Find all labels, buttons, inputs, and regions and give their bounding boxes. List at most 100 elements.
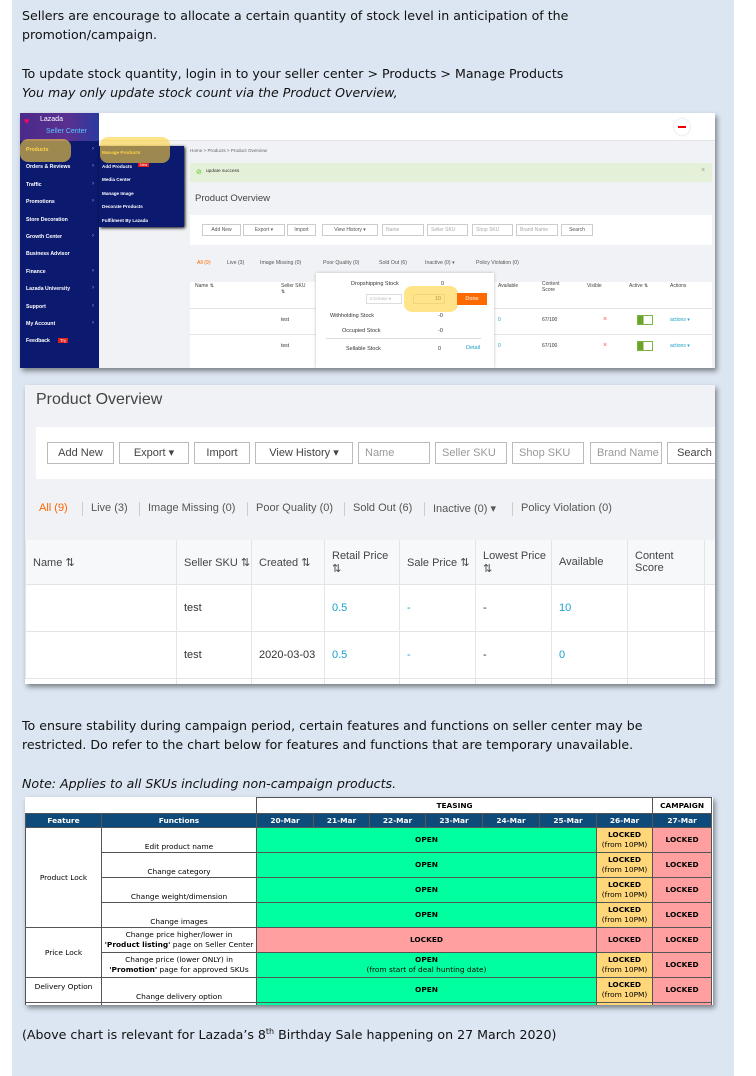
chevron-right-icon: › bbox=[92, 163, 94, 170]
column-header: 23-Mar bbox=[425, 813, 483, 828]
status-tab[interactable]: All (9) bbox=[39, 502, 68, 514]
feature-product-lock: Product Lock bbox=[25, 827, 102, 928]
close-icon[interactable]: × bbox=[701, 167, 705, 174]
column-header[interactable]: Retail Price ⇅ bbox=[325, 540, 400, 585]
breadcrumb: Home > Products > Product Overview bbox=[190, 148, 268, 153]
available-stock[interactable]: 0 bbox=[498, 343, 501, 349]
sidebar-item[interactable]: Growth Center bbox=[26, 234, 62, 240]
filter-input[interactable]: Brand Name bbox=[590, 442, 662, 464]
toolbar-button[interactable]: Add New bbox=[47, 442, 114, 464]
sidebar-item[interactable]: Promotions bbox=[26, 199, 55, 205]
search-button[interactable]: Search bbox=[561, 224, 593, 236]
sidebar-item[interactable]: Business Advisor bbox=[26, 251, 70, 257]
status-tab[interactable]: Poor Quality (0) bbox=[323, 260, 359, 266]
toolbar-button[interactable]: View History ▾ bbox=[255, 442, 353, 464]
content-score: 67/100 bbox=[542, 343, 558, 349]
filter-input[interactable]: Brand Name bbox=[516, 224, 558, 236]
seller-sku: test bbox=[281, 343, 290, 349]
status-tab[interactable]: Sold Out (6) bbox=[379, 260, 407, 266]
submenu-item[interactable]: Manage Products bbox=[102, 150, 140, 155]
withholding-label: Withholding Stock bbox=[330, 313, 375, 319]
filter-input[interactable]: Seller SKU bbox=[435, 442, 507, 464]
column-header[interactable]: Name ⇅ bbox=[25, 540, 177, 585]
dropshipping-label: Dropshipping Stock bbox=[351, 281, 399, 287]
status-tab[interactable]: Live (3) bbox=[91, 502, 128, 514]
status-tab[interactable]: Inactive (0) ▾ bbox=[433, 502, 496, 515]
status-locked-partial: LOCKED (from 10PM) bbox=[595, 952, 654, 978]
search-button[interactable]: Search bbox=[667, 442, 715, 464]
teasing-header: TEASING bbox=[255, 797, 654, 814]
filter-input[interactable]: Name bbox=[382, 224, 424, 236]
toolbar-button[interactable]: Add New bbox=[202, 224, 241, 236]
filter-input[interactable]: Shop SKU bbox=[472, 224, 513, 236]
sidebar-item[interactable]: Products bbox=[26, 147, 48, 153]
column-header[interactable] bbox=[705, 540, 715, 585]
toolbar-button[interactable]: Import bbox=[194, 442, 250, 464]
col-name[interactable]: Name ⇅ bbox=[195, 283, 214, 289]
function-label: Change price (lower ONLY) in 'Promotion' … bbox=[101, 952, 257, 978]
done-button[interactable]: Done bbox=[457, 293, 487, 305]
logo: ♥ Lazada Seller Center bbox=[20, 113, 99, 141]
submenu-item[interactable]: Media Center bbox=[102, 177, 131, 182]
column-header[interactable]: Available bbox=[552, 540, 628, 585]
status-tab[interactable]: Live (3) bbox=[227, 260, 244, 266]
column-header[interactable]: Seller SKU ⇅ bbox=[177, 540, 252, 585]
column-header[interactable]: Sale Price ⇅ bbox=[400, 540, 476, 585]
column-header[interactable]: Created ⇅ bbox=[252, 540, 325, 585]
toolbar-button[interactable]: Import bbox=[287, 224, 316, 236]
toolbar-button[interactable]: Export ▾ bbox=[243, 224, 285, 236]
submenu-item[interactable]: Add Products bbox=[102, 164, 132, 169]
active-toggle[interactable] bbox=[637, 341, 653, 351]
status-tab[interactable]: Sold Out (6) bbox=[353, 502, 412, 514]
detail-link[interactable]: Detail bbox=[466, 345, 480, 351]
note-text: Note: Applies to all SKUs including non-… bbox=[22, 776, 397, 791]
country-flag-icon[interactable] bbox=[674, 119, 690, 135]
column-header: Feature bbox=[25, 813, 102, 828]
tab-divider bbox=[139, 502, 140, 516]
table-cell: - bbox=[400, 585, 476, 632]
submenu-item[interactable]: Manage Image bbox=[102, 191, 134, 196]
col-active[interactable]: Active ⇅ bbox=[629, 283, 648, 289]
sidebar-item[interactable]: Feedback bbox=[26, 338, 50, 344]
column-header: Functions bbox=[101, 813, 257, 828]
adjust-mode-select[interactable]: Increase ▾ bbox=[366, 294, 402, 304]
status-tab[interactable]: Policy Violation (0) bbox=[476, 260, 519, 266]
status-locked-partial: LOCKED (from 10PM) bbox=[595, 852, 654, 878]
column-header[interactable]: Lowest Price ⇅ bbox=[476, 540, 552, 585]
actions-dropdown[interactable]: actions ▾ bbox=[670, 317, 690, 323]
table-cell bbox=[25, 585, 177, 632]
column-header[interactable]: Content Score bbox=[628, 540, 705, 585]
new-badge: New bbox=[138, 163, 150, 167]
table-cell[interactable]: 10 bbox=[552, 585, 628, 632]
function-label: Change price higher/lower in 'Product lis… bbox=[101, 927, 257, 953]
filter-input[interactable]: Seller SKU bbox=[427, 224, 468, 236]
filter-input[interactable]: Shop SKU bbox=[512, 442, 584, 464]
col-seller-sku[interactable]: Seller SKU ⇅ bbox=[281, 283, 306, 295]
status-tab[interactable]: Image Missing (0) bbox=[148, 502, 235, 514]
filter-input[interactable]: Name bbox=[358, 442, 430, 464]
submenu-item[interactable]: Decorate Products bbox=[102, 204, 143, 209]
submenu-item[interactable]: Fulfilment By Lazada bbox=[102, 218, 148, 223]
table-cell[interactable]: 0 bbox=[552, 632, 628, 679]
sidebar-item[interactable]: Store Decoration bbox=[26, 217, 68, 223]
table-cell bbox=[177, 679, 252, 684]
available-stock[interactable]: 0 bbox=[498, 317, 501, 323]
status-tab[interactable]: Policy Violation (0) bbox=[521, 502, 612, 514]
status-tab[interactable]: All (9) bbox=[197, 260, 211, 266]
seller-sku: test bbox=[281, 317, 290, 323]
actions-dropdown[interactable]: actions ▾ bbox=[670, 343, 690, 349]
active-toggle[interactable] bbox=[637, 315, 653, 325]
sidebar-item[interactable]: Finance bbox=[26, 269, 46, 275]
toolbar-button[interactable]: Export ▾ bbox=[119, 442, 189, 464]
sidebar-item[interactable]: Lazada University bbox=[26, 286, 70, 292]
status-tab[interactable]: Inactive (0) ▾ bbox=[425, 260, 455, 266]
sidebar-item[interactable]: My Account bbox=[26, 321, 55, 327]
sidebar-item[interactable]: Orders & Reviews bbox=[26, 164, 70, 170]
sidebar-item[interactable]: Support bbox=[26, 304, 46, 310]
status-tab[interactable]: Poor Quality (0) bbox=[256, 502, 333, 514]
sidebar-item[interactable]: Traffic bbox=[26, 182, 42, 188]
status-tab[interactable]: Image Missing (0) bbox=[260, 260, 301, 266]
instructions-text: To update stock quantity, login in to yo… bbox=[22, 66, 564, 100]
toolbar-button[interactable]: View History ▾ bbox=[322, 224, 378, 236]
table-cell bbox=[400, 679, 476, 684]
